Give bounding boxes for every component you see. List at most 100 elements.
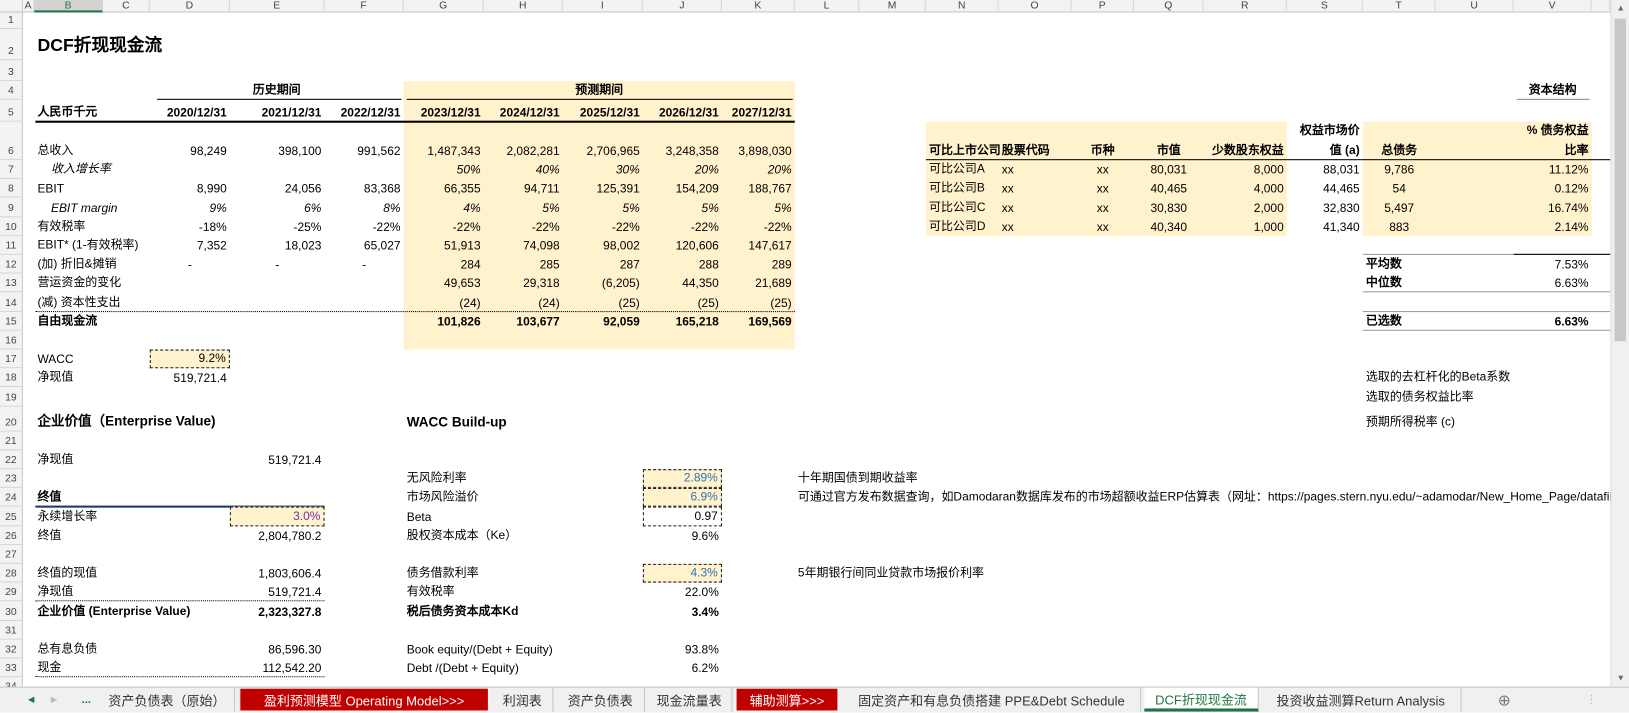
- wacc-input[interactable]: 2.89%: [642, 469, 722, 489]
- wacc-item-label[interactable]: Book equity/(Debt + Equity): [404, 640, 643, 659]
- row-header-9[interactable]: 9: [0, 198, 23, 217]
- value-cell[interactable]: 120,606: [643, 236, 722, 255]
- sheet-tab[interactable]: DCF折现现金流: [1144, 687, 1259, 712]
- company-name[interactable]: 可比公司D: [926, 217, 999, 236]
- comparables-value[interactable]: 40,465: [1134, 179, 1204, 198]
- wacc-buildup-title[interactable]: WACC Build-up: [404, 406, 643, 431]
- row-header-1[interactable]: 1: [0, 12, 23, 30]
- value-cell[interactable]: 169,569: [722, 312, 795, 331]
- comparables-header[interactable]: 股票代码: [999, 122, 1072, 160]
- comparables-value[interactable]: xx: [1072, 217, 1134, 236]
- plus-circle-icon[interactable]: ⊕: [1494, 688, 1515, 712]
- row-label[interactable]: 收入增长率: [34, 160, 149, 179]
- history-period-header[interactable]: 历史期间: [150, 81, 404, 100]
- capital-structure-note[interactable]: 预期所得税率 (c): [1363, 406, 1592, 431]
- ev-section-title[interactable]: 企业价值（Enterprise Value): [34, 406, 324, 431]
- value-cell[interactable]: (6,205): [563, 274, 643, 293]
- value-cell[interactable]: 3,898,030: [722, 122, 795, 160]
- row-header-28[interactable]: 28: [0, 563, 23, 583]
- comparables-value[interactable]: 88,031: [1287, 160, 1363, 179]
- wacc-input[interactable]: 4.3%: [642, 563, 722, 583]
- comparables-value[interactable]: 40,340: [1134, 217, 1204, 236]
- row-header-21[interactable]: 21: [0, 431, 23, 451]
- scroll-tabs-left-icon[interactable]: ◀: [23, 688, 40, 712]
- value-cell[interactable]: 147,617: [722, 236, 795, 255]
- wacc-item-label[interactable]: 有效税率: [404, 583, 643, 602]
- npv-label[interactable]: 净现值: [34, 368, 149, 387]
- comparables-value[interactable]: 80,031: [1134, 160, 1204, 179]
- value-cell[interactable]: 49,653: [404, 274, 484, 293]
- row-header-31[interactable]: 31: [0, 620, 23, 640]
- comparables-value[interactable]: 2,000: [1204, 198, 1287, 217]
- value-cell[interactable]: 50%: [404, 160, 484, 179]
- value-cell[interactable]: 44,350: [643, 274, 722, 293]
- value-cell[interactable]: 83,368: [325, 179, 404, 198]
- row-label[interactable]: 净现值: [34, 583, 149, 602]
- sheet-grid[interactable]: A B C D E F G H I J K L M N O P Q R S T U V 1 2 3 4 5 6 7 8 9 10 11 12 13 1…: [0, 0, 1611, 687]
- wacc-value[interactable]: 22.0%: [643, 583, 722, 602]
- row-header-8[interactable]: 8: [0, 179, 23, 199]
- value-cell[interactable]: 2,706,965: [563, 122, 643, 160]
- ev-value[interactable]: 2,323,327.8: [230, 602, 325, 621]
- column-header-G[interactable]: G: [403, 0, 484, 13]
- comparables-value[interactable]: xx: [999, 217, 1072, 236]
- value-cell[interactable]: 284: [404, 255, 484, 274]
- row-label[interactable]: 营运资金的变化: [34, 274, 149, 293]
- selected-label[interactable]: 已选数: [1363, 312, 1514, 331]
- row-label[interactable]: 现金: [34, 659, 149, 678]
- value-cell[interactable]: (24): [484, 293, 563, 312]
- year-header[interactable]: 2022/12/31: [325, 100, 404, 122]
- row-header-26[interactable]: 26: [0, 525, 23, 545]
- median-label[interactable]: 中位数: [1363, 274, 1514, 293]
- year-header[interactable]: 2021/12/31: [230, 100, 325, 122]
- row-header-34[interactable]: 34: [0, 677, 23, 687]
- terminal-header[interactable]: 终值: [34, 488, 149, 507]
- column-header-H[interactable]: H: [483, 0, 563, 13]
- row-header-15[interactable]: 15: [0, 311, 23, 331]
- value-cell[interactable]: 112,542.20: [230, 659, 325, 678]
- value-cell[interactable]: -25%: [230, 217, 325, 236]
- comparables-value[interactable]: 11.12%: [1514, 160, 1592, 179]
- comparables-header[interactable]: 币种: [1072, 122, 1134, 160]
- forecast-period-header[interactable]: 预测期间: [404, 81, 795, 100]
- capital-structure-title[interactable]: 资本结构: [1514, 81, 1592, 100]
- value-cell[interactable]: 154,209: [643, 179, 722, 198]
- comparables-value[interactable]: 16.74%: [1514, 198, 1592, 217]
- scroll-tabs-right-icon[interactable]: ▶: [46, 688, 63, 712]
- comparables-value[interactable]: 4,000: [1204, 179, 1287, 198]
- row-header-10[interactable]: 10: [0, 217, 23, 236]
- column-header-T[interactable]: T: [1362, 0, 1436, 13]
- wacc-value[interactable]: 6.2%: [643, 659, 722, 678]
- wacc-item-label[interactable]: 债务借款利率: [404, 564, 643, 583]
- wacc-input[interactable]: 9.2%: [149, 349, 230, 369]
- column-header-J[interactable]: J: [642, 0, 722, 13]
- select-all-corner[interactable]: [0, 0, 23, 13]
- comparables-value[interactable]: 5,497: [1363, 198, 1436, 217]
- wacc-item-label[interactable]: 股权资本成本（Ke）: [404, 526, 643, 545]
- row-header-33[interactable]: 33: [0, 658, 23, 678]
- comparables-header[interactable]: 市值: [1134, 122, 1204, 160]
- value-cell[interactable]: 5%: [722, 198, 795, 217]
- row-header-13[interactable]: 13: [0, 273, 23, 293]
- row-label[interactable]: EBIT: [34, 179, 149, 198]
- row-header-30[interactable]: 30: [0, 601, 23, 621]
- comparables-value[interactable]: xx: [999, 179, 1072, 198]
- value-cell[interactable]: 98,249: [150, 122, 230, 160]
- comparables-value[interactable]: 41,340: [1287, 217, 1363, 236]
- capital-structure-note[interactable]: 选取的债务权益比率: [1363, 387, 1592, 406]
- value-cell[interactable]: 103,677: [484, 312, 563, 331]
- column-header-L[interactable]: L: [794, 0, 860, 13]
- units-label[interactable]: 人民币千元: [34, 100, 149, 122]
- sheet-tab[interactable]: 固定资产和有息负债搭建 PPE&Debt Schedule: [843, 687, 1142, 712]
- wacc-item-label[interactable]: Beta: [404, 507, 643, 526]
- row-label[interactable]: 总有息负债: [34, 640, 149, 659]
- value-cell[interactable]: -: [150, 255, 230, 274]
- wacc-value[interactable]: 3.4%: [643, 602, 722, 621]
- median-value[interactable]: 6.63%: [1514, 274, 1592, 293]
- row-header-12[interactable]: 12: [0, 254, 23, 274]
- row-label[interactable]: 终值: [34, 526, 149, 545]
- column-header-B[interactable]: B: [34, 0, 103, 13]
- comparables-value[interactable]: 0.12%: [1514, 179, 1592, 198]
- value-cell[interactable]: 3,248,358: [643, 122, 722, 160]
- value-cell[interactable]: 7,352: [150, 236, 230, 255]
